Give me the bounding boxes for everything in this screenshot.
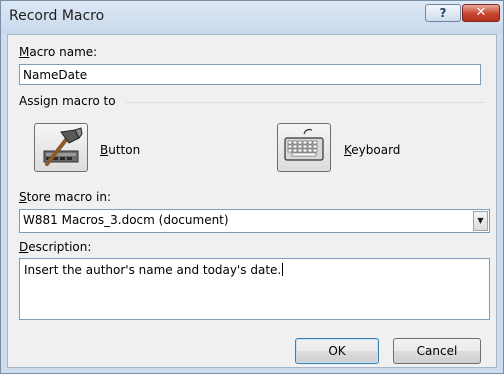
macro-name-input[interactable]: NameDate xyxy=(19,64,481,85)
dropdown-arrow-button[interactable]: ▼ xyxy=(473,211,488,231)
assign-button-button[interactable] xyxy=(34,123,88,172)
text-cursor xyxy=(282,263,284,276)
macro-name-label-text: acro name: xyxy=(29,45,98,59)
description-label-access-key: D xyxy=(19,240,29,254)
description-text: Insert the author's name and today's dat… xyxy=(24,263,282,277)
button-label-text: utton xyxy=(108,143,141,157)
macro-name-label-access-key: M xyxy=(19,45,30,59)
button-label-access-key: B xyxy=(100,143,109,157)
store-macro-label: Store macro in: xyxy=(19,190,111,204)
description-label-text: escription: xyxy=(28,240,92,254)
close-button[interactable]: ✕ xyxy=(462,4,500,22)
macro-name-label: Macro name: xyxy=(19,45,97,59)
help-button[interactable]: ? xyxy=(425,4,461,22)
hammer-toolbar-icon xyxy=(43,127,83,166)
dialog-body: Macro name: NameDate Assign macro to But… xyxy=(7,34,497,368)
assign-macro-group-label: Assign macro to xyxy=(19,94,116,108)
keyboard-icon xyxy=(284,128,324,161)
cancel-button[interactable]: Cancel xyxy=(393,338,481,364)
keyboard-label-text: eyboard xyxy=(351,143,401,157)
description-textarea[interactable]: Insert the author's name and today's dat… xyxy=(19,258,490,320)
store-label-access-key: S xyxy=(19,190,27,204)
dialog-title: Record Macro xyxy=(9,8,105,24)
store-macro-selected: W881 Macros_3.docm (document) xyxy=(23,213,229,227)
store-macro-dropdown[interactable]: W881 Macros_3.docm (document) ▼ xyxy=(19,209,490,233)
record-macro-dialog: Record Macro ? ✕ Macro name: NameDate As… xyxy=(0,0,504,374)
description-label: Description: xyxy=(19,240,91,254)
ok-button[interactable]: OK xyxy=(295,338,379,364)
group-separator xyxy=(126,102,484,103)
title-bar[interactable]: Record Macro ? ✕ xyxy=(1,1,503,34)
keyboard-option-label: Keyboard xyxy=(344,143,400,157)
button-option-label: Button xyxy=(100,143,140,157)
assign-keyboard-button[interactable] xyxy=(277,123,331,172)
store-label-text: tore macro in: xyxy=(26,190,111,204)
chevron-down-icon: ▼ xyxy=(477,216,484,225)
help-icon: ? xyxy=(439,6,447,20)
close-icon: ✕ xyxy=(475,5,487,20)
